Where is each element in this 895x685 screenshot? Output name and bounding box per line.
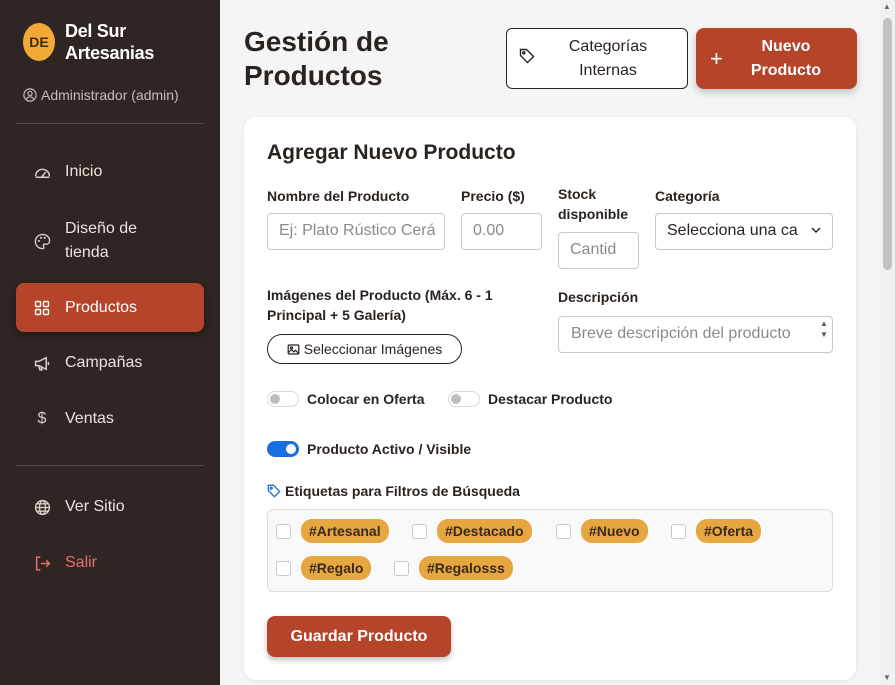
sidebar-item-ventas[interactable]: $ Ventas (16, 399, 204, 439)
select-images-button[interactable]: Seleccionar Imágenes (267, 334, 462, 364)
categories-button[interactable]: Categorías Internas (506, 28, 688, 89)
stock-input[interactable]: Cantid (558, 232, 639, 269)
description-textarea[interactable]: Breve descripción del producto ▲ ▼ (558, 316, 833, 353)
chevron-down-icon (806, 223, 822, 241)
sidebar-item-diseno[interactable]: Diseño de tienda (16, 213, 204, 269)
tag-pill: #Destacado (437, 519, 532, 543)
sidebar-divider (16, 465, 204, 466)
textarea-scrollbar[interactable]: ▲ ▼ (817, 318, 831, 351)
product-name-input[interactable]: Ej: Plato Rústico Cerá (267, 213, 445, 250)
categories-button-label: Categorías Internas (568, 37, 648, 79)
logout-icon (32, 553, 52, 573)
active-toggle-label: Producto Activo / Visible (307, 441, 472, 457)
dollar-icon: $ (37, 410, 47, 427)
active-toggle-row[interactable]: Producto Activo / Visible (267, 441, 471, 457)
brand-name: Del Sur Artesanias (65, 21, 155, 63)
active-toggle[interactable] (267, 441, 299, 457)
user-info: Administrador (admin) (23, 87, 179, 103)
category-select-value: Selecciona una ca (667, 222, 798, 239)
tags-label: Etiquetas para Filtros de Búsqueda (285, 483, 520, 499)
offer-toggle[interactable] (267, 391, 299, 407)
description-placeholder: Breve descripción del producto (571, 325, 791, 342)
new-product-button[interactable]: + Nuevo Producto (696, 28, 857, 89)
scroll-up-arrow-icon[interactable]: ▲ (883, 2, 891, 11)
globe-icon (32, 497, 52, 517)
scrollbar-thumb[interactable] (883, 18, 892, 270)
featured-toggle-label: Destacar Producto (488, 391, 613, 407)
tag-checkbox-item[interactable]: #Regalo (276, 556, 372, 580)
save-product-button[interactable]: Guardar Producto (267, 616, 451, 657)
page-title: Gestión de Productos (244, 26, 389, 91)
plus-icon: + (710, 45, 723, 71)
tag-pill: #Regalosss (419, 556, 513, 580)
dashboard-gauge-icon (32, 162, 52, 182)
featured-toggle[interactable] (448, 391, 480, 407)
sidebar-item-inicio[interactable]: Inicio (16, 152, 204, 192)
tag-checkbox[interactable] (276, 523, 291, 539)
sidebar-divider (16, 123, 204, 124)
tag-icon (267, 484, 281, 498)
description-label: Descripción (558, 289, 639, 305)
sidebar-item-label: Productos (65, 298, 138, 316)
tags-label-row: Etiquetas para Filtros de Búsqueda (267, 481, 520, 501)
page-scrollbar[interactable]: ▲ ▼ (880, 0, 895, 685)
tag-checkbox[interactable] (412, 523, 427, 539)
user-label: Administrador (admin) (41, 87, 179, 103)
sidebar: DE Del Sur Artesanias Administrador (adm… (0, 0, 220, 685)
image-icon (287, 343, 300, 355)
sidebar-item-label: Ventas (65, 410, 114, 427)
tag-checkbox-item[interactable]: #Oferta (671, 519, 762, 543)
sidebar-item-label: Ver Sitio (65, 498, 125, 515)
featured-toggle-row[interactable]: Destacar Producto (448, 391, 612, 407)
stock-label: Stock disponible (558, 186, 628, 222)
brand[interactable]: DE Del Sur Artesanias (23, 20, 175, 64)
tag-checkbox[interactable] (671, 523, 686, 539)
tag-pill: #Nuevo (581, 519, 648, 543)
tag-icon (519, 48, 535, 69)
sidebar-item-label: Salir (65, 554, 98, 571)
sidebar-item-campanas[interactable]: Campañas (16, 343, 204, 383)
tag-pill: #Artesanal (301, 519, 389, 543)
tag-checkbox-item[interactable]: #Regalosss (394, 556, 513, 580)
palette-icon (32, 231, 52, 251)
sidebar-item-ver-sitio[interactable]: Ver Sitio (16, 487, 204, 527)
select-images-label: Seleccionar Imágenes (303, 341, 443, 357)
new-product-button-label: Nuevo Producto (750, 37, 822, 79)
tag-checkbox[interactable] (394, 560, 409, 576)
brand-logo: DE (23, 23, 55, 61)
price-input[interactable]: 0.00 (461, 213, 542, 250)
grid-icon (32, 298, 52, 318)
category-label: Categoría (655, 188, 720, 204)
tag-checkbox-item[interactable]: #Nuevo (556, 519, 648, 543)
offer-toggle-row[interactable]: Colocar en Oferta (267, 391, 424, 407)
price-label: Precio ($) (461, 188, 525, 204)
megaphone-icon (32, 353, 52, 373)
category-select[interactable]: Selecciona una ca (655, 213, 833, 250)
tag-checkbox[interactable] (556, 523, 571, 539)
sidebar-item-productos[interactable]: Productos (16, 283, 204, 332)
product-name-label: Nombre del Producto (267, 188, 410, 204)
tag-checkbox-item[interactable]: #Artesanal (276, 519, 389, 543)
form-title: Agregar Nuevo Producto (267, 141, 516, 164)
user-circle-icon (23, 88, 37, 102)
scroll-down-arrow-icon[interactable]: ▼ (883, 673, 891, 682)
sidebar-item-salir[interactable]: Salir (16, 543, 204, 583)
images-label: Imágenes del Producto (Máx. 6 - 1 Princi… (267, 287, 493, 323)
sidebar-item-label: Diseño de tienda (65, 220, 138, 261)
sidebar-item-label: Campañas (65, 354, 143, 371)
tag-checkbox-item[interactable]: #Destacado (412, 519, 532, 543)
tag-pill: #Oferta (696, 519, 762, 543)
tag-checkbox[interactable] (276, 560, 291, 576)
sidebar-item-label: Inicio (65, 163, 103, 180)
tag-pill: #Regalo (301, 556, 372, 580)
offer-toggle-label: Colocar en Oferta (307, 391, 425, 407)
